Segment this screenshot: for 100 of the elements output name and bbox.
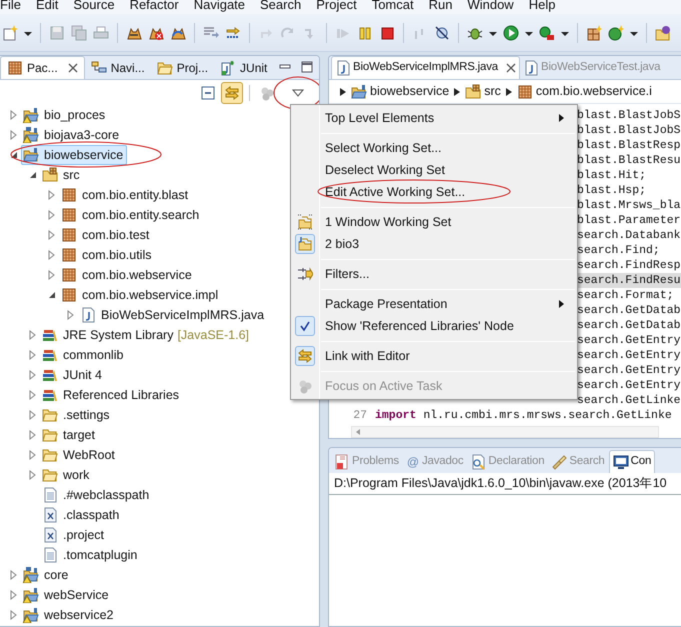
tab-label: Proj... (176, 60, 208, 76)
tree-label: BioWebServiceImplMRS.java (101, 306, 264, 324)
code-fragment: search.GetEntry (577, 349, 681, 362)
tab-label: BioWebServiceImplMRS.java (353, 60, 498, 76)
breadcrumb-item[interactable]: biowebservice (351, 82, 450, 101)
view-tab[interactable]: Pac... (0, 56, 85, 79)
view-tab[interactable]: JUnit (214, 56, 274, 79)
view-tab[interactable]: Proj... (150, 56, 214, 79)
tree-item[interactable]: webService (21, 585, 113, 605)
code-fragment: blast.BlastResu (577, 154, 681, 167)
tree-item[interactable]: .tomcatplugin (40, 545, 142, 565)
tab-label: Navi... (110, 60, 145, 76)
tree-item[interactable]: .classpath (40, 505, 124, 525)
tree-item[interactable]: biojava3-core (21, 125, 124, 145)
code-fragment: blast.BlastResp (577, 139, 681, 152)
code-fragment: blast.Hsp; (577, 184, 646, 197)
line-number: 27 (352, 408, 368, 423)
at-sign-icon: @ (406, 452, 420, 470)
tree-item[interactable]: core (21, 565, 72, 585)
tree-label: JRE System Library (63, 326, 174, 344)
tree-item[interactable]: BioWebServiceImplMRS.java (78, 305, 268, 325)
menu-item[interactable]: 2 bio3 (325, 233, 577, 255)
view-tab[interactable]: Con (608, 450, 656, 473)
tab-label: Javadoc (422, 454, 464, 469)
tree-item[interactable]: src (40, 165, 84, 185)
breadcrumb-item[interactable]: com.bio.webservice.i (516, 82, 652, 101)
menu-item[interactable]: Source (72, 0, 116, 12)
editor-tab[interactable]: BioWebServiceImplMRS.java (331, 56, 520, 79)
code-fragment: search.FindResu (577, 274, 681, 287)
tree-label: src (63, 166, 80, 184)
tab-label: Problems (352, 454, 399, 469)
tab-label: Pac... (27, 60, 58, 77)
tree-label: com.bio.test (82, 226, 150, 244)
tree-item[interactable]: com.bio.entity.blast (59, 185, 192, 205)
tree-item[interactable]: com.bio.entity.search (59, 205, 204, 225)
breadcrumb-item[interactable]: src (465, 82, 501, 101)
menu-item[interactable]: Run (428, 0, 454, 12)
view-tab[interactable]: Navi... (84, 56, 151, 79)
tree-item[interactable]: Referenced Libraries (40, 385, 184, 405)
console-title: D:\Program Files\Java\jdk1.6.0_10\bin\javaw.exe (2013年10 (334, 475, 667, 492)
tree-item[interactable]: work (40, 465, 94, 485)
tab-label: JUnit (240, 60, 268, 76)
tree-label: webService (44, 586, 109, 604)
code-fragment: blast.BlastJobS (577, 124, 681, 137)
code-fragment: blast.Hit; (577, 169, 646, 182)
tree-label: com.bio.utils (82, 246, 152, 264)
tree-label: com.bio.entity.blast (82, 186, 188, 204)
code-fragment: search.FindResp (577, 259, 681, 272)
code-fragment: search.GetDatab (577, 319, 681, 332)
tree-label: target (63, 426, 95, 444)
tree-item[interactable]: WebRoot (40, 445, 119, 465)
tree-item[interactable]: com.bio.webservice.impl (59, 285, 222, 305)
menu-item[interactable]: Tomcat (370, 0, 415, 12)
tree-item[interactable]: JUnit 4 (40, 365, 106, 385)
tree-label: biowebservice (44, 146, 124, 164)
tree-item[interactable]: biowebservice (21, 145, 128, 165)
tree-item[interactable]: .#webclasspath (40, 485, 154, 505)
code-fragment: search.GetLinke (577, 394, 681, 407)
tree-label: commonlib (63, 346, 124, 364)
tree-item[interactable]: commonlib (40, 345, 128, 365)
tree-item[interactable]: webservice2 (21, 605, 118, 625)
tree-label: JUnit 4 (63, 366, 102, 384)
tree-label: .classpath (63, 506, 120, 524)
menu-item[interactable]: Select Working Set... (325, 137, 577, 159)
tree-item[interactable]: com.bio.utils (59, 245, 156, 265)
tree-label: WebRoot (63, 446, 115, 464)
tree-item[interactable]: bio_proces (21, 105, 110, 125)
tree-item[interactable]: .settings (40, 405, 114, 425)
code-fragment: search.Find; (577, 244, 660, 257)
menu-item[interactable]: Deselect Working Set (325, 159, 577, 181)
tree-item[interactable]: .project (40, 525, 108, 545)
tree-item[interactable]: target (40, 425, 99, 445)
tree-item[interactable]: JRE System Library [JavaSE-1.6] (40, 325, 254, 345)
menu-item[interactable]: Filters... (325, 263, 577, 285)
menu-item[interactable]: 1 Window Working Set (325, 211, 577, 233)
code-fragment: search.GetEntry (577, 364, 681, 377)
code-fragment: blast.BlastJobS (577, 109, 681, 122)
menu-item[interactable]: Show 'Referenced Libraries' Node (325, 315, 577, 337)
tree-label-suffix: [JavaSE-1.6] (177, 326, 250, 344)
code-fragment: search.GetEntry (577, 379, 681, 392)
code-fragment: search.Format; (577, 289, 674, 302)
tree-label: .project (63, 526, 104, 544)
code-fragment: blast.Parameter (577, 214, 681, 227)
tree-label: com.bio.entity.search (82, 206, 200, 224)
tree-label: work (63, 466, 90, 484)
menu-item[interactable]: Link with Editor (325, 345, 577, 367)
tree-label: .settings (63, 406, 110, 424)
code-fragment: blast.Mrsws_bla (577, 199, 681, 212)
tree-label: bio_proces (44, 106, 106, 124)
code-line: import nl.ru.cmbi.mrs.mrsws.search.GetLinke (375, 408, 672, 423)
tree-label: com.bio.webservice (82, 266, 192, 284)
tree-label: biojava3-core (44, 126, 120, 144)
tree-label: com.bio.webservice.impl (82, 286, 218, 304)
menu-item[interactable]: Top Level Elements (325, 107, 559, 129)
tree-item[interactable]: com.bio.test (59, 225, 154, 245)
menu-item[interactable]: Package Presentation (325, 293, 559, 315)
menu-item[interactable]: Edit Active Working Set... (325, 181, 577, 203)
tree-label: Referenced Libraries (63, 386, 180, 404)
tab-label: Declaration (488, 454, 544, 469)
tree-item[interactable]: com.bio.webservice (59, 265, 196, 285)
